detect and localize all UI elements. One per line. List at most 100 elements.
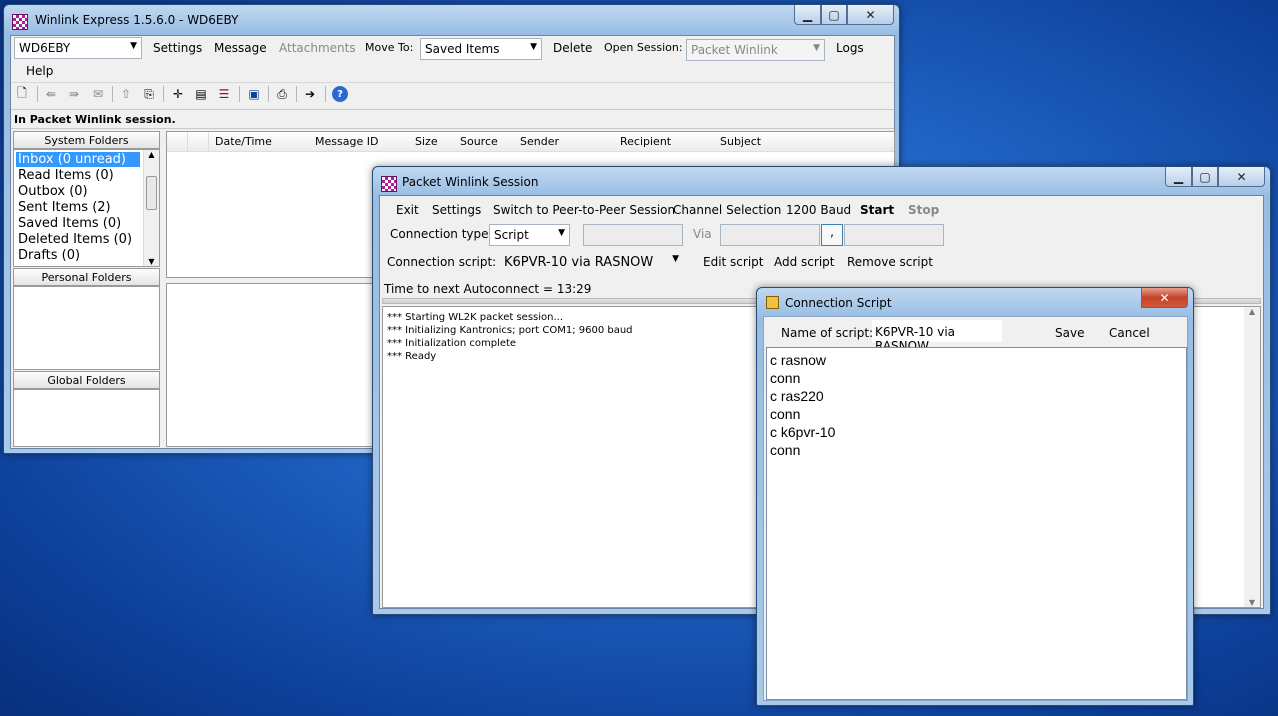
log-scrollbar[interactable]: ▲ ▼	[1244, 307, 1260, 607]
connection-script-select[interactable]: K6PVR-10 via RASNOW ▼	[500, 251, 683, 273]
column-header-sender[interactable]: Sender	[520, 132, 559, 148]
scroll-up-icon[interactable]: ▲	[144, 150, 159, 159]
dialog-form-icon	[766, 296, 779, 309]
scroll-down-icon[interactable]: ▼	[144, 257, 159, 266]
menu-message[interactable]: Message	[214, 41, 267, 55]
scroll-thumb[interactable]	[146, 176, 157, 210]
dialog-titlebar[interactable]: Connection Script ✕	[757, 288, 1193, 318]
log-line: *** Ready	[387, 351, 437, 362]
open-session-label: Open Session:	[604, 41, 683, 54]
log-line: *** Starting WL2K packet session...	[387, 312, 564, 323]
menu-session-settings[interactable]: Settings	[432, 203, 481, 217]
chevron-down-icon: ▼	[130, 41, 137, 51]
script-line: conn	[770, 442, 801, 458]
log-line: *** Initializing Kantronics; port COM1; …	[387, 325, 633, 336]
maximize-button[interactable]: ▢	[821, 5, 847, 25]
folder-item-outbox[interactable]: Outbox (0)	[18, 184, 88, 199]
callsign-select[interactable]: WD6EBY ▼	[14, 37, 142, 59]
folder-item-deleted-items[interactable]: Deleted Items (0)	[18, 232, 132, 247]
folder-item-sent-items[interactable]: Sent Items (2)	[18, 200, 111, 215]
column-header-datetime[interactable]: Date/Time	[215, 132, 272, 148]
edit-script-button[interactable]: Edit script	[703, 255, 764, 269]
forward-icon[interactable]: ✉	[90, 86, 106, 102]
folder-item-drafts[interactable]: Drafts (0)	[18, 248, 80, 263]
remove-script-button[interactable]: Remove script	[847, 255, 933, 269]
attachment-icon[interactable]: ⎘	[141, 86, 157, 102]
toolbar-separator	[268, 86, 269, 102]
folder-item-saved-items[interactable]: Saved Items (0)	[18, 216, 121, 231]
menu-stop[interactable]: Stop	[908, 203, 939, 217]
script-name-label: Name of script:	[781, 326, 874, 340]
menu-exit[interactable]: Exit	[396, 203, 419, 217]
toolbar-separator	[325, 86, 326, 102]
scroll-up-icon[interactable]: ▲	[1244, 307, 1260, 316]
column-header-size[interactable]: Size	[415, 132, 438, 148]
menu-start[interactable]: Start	[860, 203, 894, 217]
reply-icon[interactable]: ⇚	[43, 86, 59, 102]
folder-item-inbox[interactable]: Inbox (0 unread)	[16, 152, 140, 167]
minimize-button[interactable]: ▁	[1165, 167, 1192, 187]
close-button[interactable]: ✕	[1218, 167, 1265, 187]
print-icon[interactable]: ⎙	[274, 86, 290, 102]
help-icon[interactable]: ?	[332, 86, 348, 102]
send-receive-icon[interactable]: ➔	[302, 86, 318, 102]
crosshair-icon[interactable]: ✛	[170, 86, 186, 102]
dialog-close-button[interactable]: ✕	[1141, 288, 1188, 308]
close-button[interactable]: ✕	[847, 5, 894, 25]
scroll-down-icon[interactable]: ▼	[1244, 598, 1260, 607]
connection-type-label: Connection type:	[390, 227, 493, 241]
connection-script-label: Connection script:	[387, 255, 497, 269]
new-message-icon[interactable]: 🗋	[14, 86, 30, 102]
sort-icon[interactable]: ☰	[216, 86, 232, 102]
script-line: conn	[770, 370, 801, 386]
toolbar-separator	[37, 86, 38, 102]
maximize-button[interactable]: ▢	[1192, 167, 1218, 187]
document-icon[interactable]: ▤	[193, 86, 209, 102]
menu-delete[interactable]: Delete	[553, 41, 592, 55]
move-to-select[interactable]: Saved Items ▼	[420, 38, 542, 60]
chevron-down-icon: ▼	[530, 42, 537, 52]
connection-script-value: K6PVR-10 via RASNOW	[504, 255, 654, 270]
callsign-value: WD6EBY	[19, 41, 71, 55]
session-window-title: Packet Winlink Session	[402, 175, 539, 189]
save-icon[interactable]: ▣	[246, 86, 262, 102]
target-callsign-field[interactable]	[583, 224, 683, 246]
column-divider	[208, 132, 209, 152]
script-line: conn	[770, 406, 801, 422]
minimize-button[interactable]: ▁	[794, 5, 821, 25]
via-separator-button[interactable]: ,	[821, 224, 843, 246]
open-session-select[interactable]: Packet Winlink ▼	[686, 39, 825, 61]
script-name-input[interactable]: K6PVR-10 via RASNOW	[872, 320, 1002, 353]
connection-type-value: Script	[494, 228, 529, 242]
personal-folders-list	[13, 286, 160, 370]
menu-help[interactable]: Help	[26, 64, 53, 78]
dialog-client-area: Name of script: K6PVR-10 via RASNOW Save…	[763, 316, 1188, 701]
toolbar-separator	[112, 86, 113, 102]
connection-type-select[interactable]: Script ▼	[489, 224, 570, 246]
menu-logs[interactable]: Logs	[836, 41, 864, 55]
column-header-message-id[interactable]: Message ID	[315, 132, 378, 148]
menu-switch-p2p[interactable]: Switch to Peer-to-Peer Session	[493, 203, 675, 217]
folder-item-read-items[interactable]: Read Items (0)	[18, 168, 114, 183]
add-script-button[interactable]: Add script	[774, 255, 835, 269]
menu-settings[interactable]: Settings	[153, 41, 202, 55]
script-cancel-button[interactable]: Cancel	[1109, 326, 1150, 340]
dialog-title: Connection Script	[785, 296, 892, 310]
script-save-button[interactable]: Save	[1055, 326, 1084, 340]
menu-channel-selection[interactable]: Channel Selection	[673, 203, 781, 217]
column-header-source[interactable]: Source	[460, 132, 498, 148]
global-folders-header: Global Folders	[13, 371, 160, 389]
script-editor[interactable]: c rasnow conn c ras220 conn c k6pvr-10 c…	[766, 347, 1187, 700]
main-titlebar[interactable]: Winlink Express 1.5.6.0 - WD6EBY ▁ ▢ ✕	[4, 5, 899, 35]
column-header-recipient[interactable]: Recipient	[620, 132, 671, 148]
reply-all-icon[interactable]: ⇛	[66, 86, 82, 102]
via-field-1[interactable]	[720, 224, 820, 246]
system-folders-list: Inbox (0 unread) Read Items (0) Outbox (…	[13, 149, 160, 267]
via-field-2[interactable]	[844, 224, 944, 246]
menu-baud[interactable]: 1200 Baud	[786, 203, 851, 217]
move-up-icon[interactable]: ⇧	[118, 86, 134, 102]
menu-attachments[interactable]: Attachments	[279, 41, 356, 55]
column-header-subject[interactable]: Subject	[720, 132, 761, 148]
session-titlebar[interactable]: Packet Winlink Session ▁ ▢ ✕	[373, 167, 1270, 197]
folders-scrollbar[interactable]: ▲ ▼	[143, 150, 159, 266]
